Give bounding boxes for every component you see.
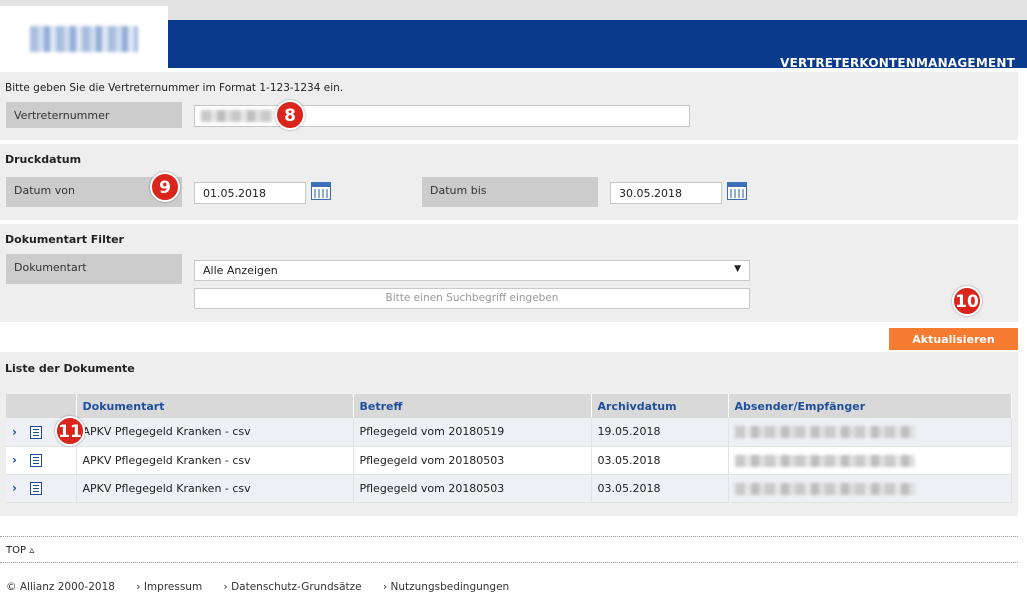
agent-number-label: Vertreternummer [6, 102, 182, 128]
cell-subject: Pflegegeld vom 20180503 [353, 446, 592, 475]
col-subject[interactable]: Betreff [353, 394, 592, 418]
footer: © Allianz 2000-2018 › Impressum › Datens… [6, 581, 527, 593]
date-from-input[interactable]: 01.05.2018 [194, 182, 306, 204]
expand-icon[interactable]: › [12, 453, 17, 467]
doc-filter-section: Dokumentart Filter Dokumentart Alle Anze… [0, 224, 1018, 322]
date-to-calendar-icon[interactable] [727, 182, 747, 200]
cell-sender-recipient [728, 474, 1012, 503]
agent-number-input[interactable] [194, 105, 690, 127]
annotation-badge-9: 9 [150, 172, 180, 202]
cell-sender-recipient [728, 446, 1012, 475]
annotation-badge-8: 8 [275, 100, 305, 130]
cell-sender-recipient [728, 418, 1012, 447]
table-row[interactable]: › APKV Pflegegeld Kranken - csv Pflegege… [6, 446, 1012, 475]
document-icon[interactable] [30, 454, 43, 468]
doctype-selected: Alle Anzeigen [203, 264, 278, 277]
row-controls: › [6, 446, 77, 475]
date-from-calendar-icon[interactable] [311, 182, 331, 200]
agent-number-value [201, 110, 273, 122]
cell-subject: Pflegegeld vom 20180519 [353, 418, 592, 447]
expand-icon[interactable]: › [12, 425, 17, 439]
table-row[interactable]: › APKV Pflegegeld Kranken - csv Pflegege… [6, 474, 1012, 503]
logo[interactable] [0, 6, 168, 68]
divider [0, 536, 1018, 537]
sender-recipient-value [734, 454, 915, 467]
copyright: © Allianz 2000-2018 [6, 581, 115, 593]
col-archive-date[interactable]: Archivdatum [591, 394, 729, 418]
doctype-search-input[interactable]: Bitte einen Suchbegriff eingeben [194, 288, 750, 309]
table-row[interactable]: › APKV Pflegegeld Kranken - csv Pflegege… [6, 418, 1012, 447]
sender-recipient-value [734, 426, 915, 438]
doctype-label: Dokumentart [6, 254, 182, 284]
cell-subject: Pflegegeld vom 20180503 [353, 474, 592, 503]
document-list-title: Liste der Dokumente [5, 362, 135, 375]
agent-number-section: Bitte geben Sie die Vertreternummer im F… [0, 72, 1018, 140]
expand-icon[interactable]: › [12, 481, 17, 495]
documents-table: Dokumentart Betreff Archivdatum Absender… [6, 394, 1012, 503]
document-list-section: Liste der Dokumente Dokumentart Betreff … [0, 352, 1018, 516]
col-controls [6, 394, 77, 418]
annotation-badge-10: 10 [952, 286, 982, 316]
col-sender-recipient[interactable]: Absender/Empfänger [728, 394, 1012, 418]
document-icon[interactable] [30, 426, 43, 439]
cell-doctype: APKV Pflegegeld Kranken - csv [76, 446, 354, 475]
back-to-top-link[interactable]: TOP ▵ [6, 545, 34, 556]
print-date-title: Druckdatum [5, 153, 82, 166]
footer-link-privacy[interactable]: › Datenschutz-Grundsätze [224, 581, 362, 593]
cell-archive-date: 03.05.2018 [591, 474, 729, 503]
row-controls: › [6, 474, 77, 503]
sender-recipient-value [734, 482, 915, 495]
cell-archive-date: 03.05.2018 [591, 446, 729, 475]
refresh-button[interactable]: Aktualisieren [889, 328, 1018, 350]
cell-doctype: APKV Pflegegeld Kranken - csv [76, 474, 354, 503]
document-icon[interactable] [30, 482, 43, 496]
footer-link-impressum[interactable]: › Impressum [136, 581, 202, 593]
cell-archive-date: 19.05.2018 [591, 418, 729, 447]
cell-doctype: APKV Pflegegeld Kranken - csv [76, 418, 354, 447]
doctype-select[interactable]: Alle Anzeigen ▼ [194, 260, 750, 281]
logo-image [30, 26, 138, 52]
date-to-input[interactable]: 30.05.2018 [610, 182, 722, 204]
col-doctype[interactable]: Dokumentart [76, 394, 354, 418]
chevron-down-icon: ▼ [734, 264, 741, 274]
footer-link-terms[interactable]: › Nutzungsbedingungen [383, 581, 509, 593]
doc-filter-title: Dokumentart Filter [5, 233, 124, 246]
format-hint: Bitte geben Sie die Vertreternummer im F… [5, 82, 344, 94]
divider [0, 562, 1018, 563]
date-to-label: Datum bis [422, 177, 598, 207]
table-header-row: Dokumentart Betreff Archivdatum Absender… [6, 394, 1012, 418]
annotation-badge-11: 11 [55, 416, 85, 446]
app-title: VERTRETERKONTENMANAGEMENT [780, 56, 1015, 70]
